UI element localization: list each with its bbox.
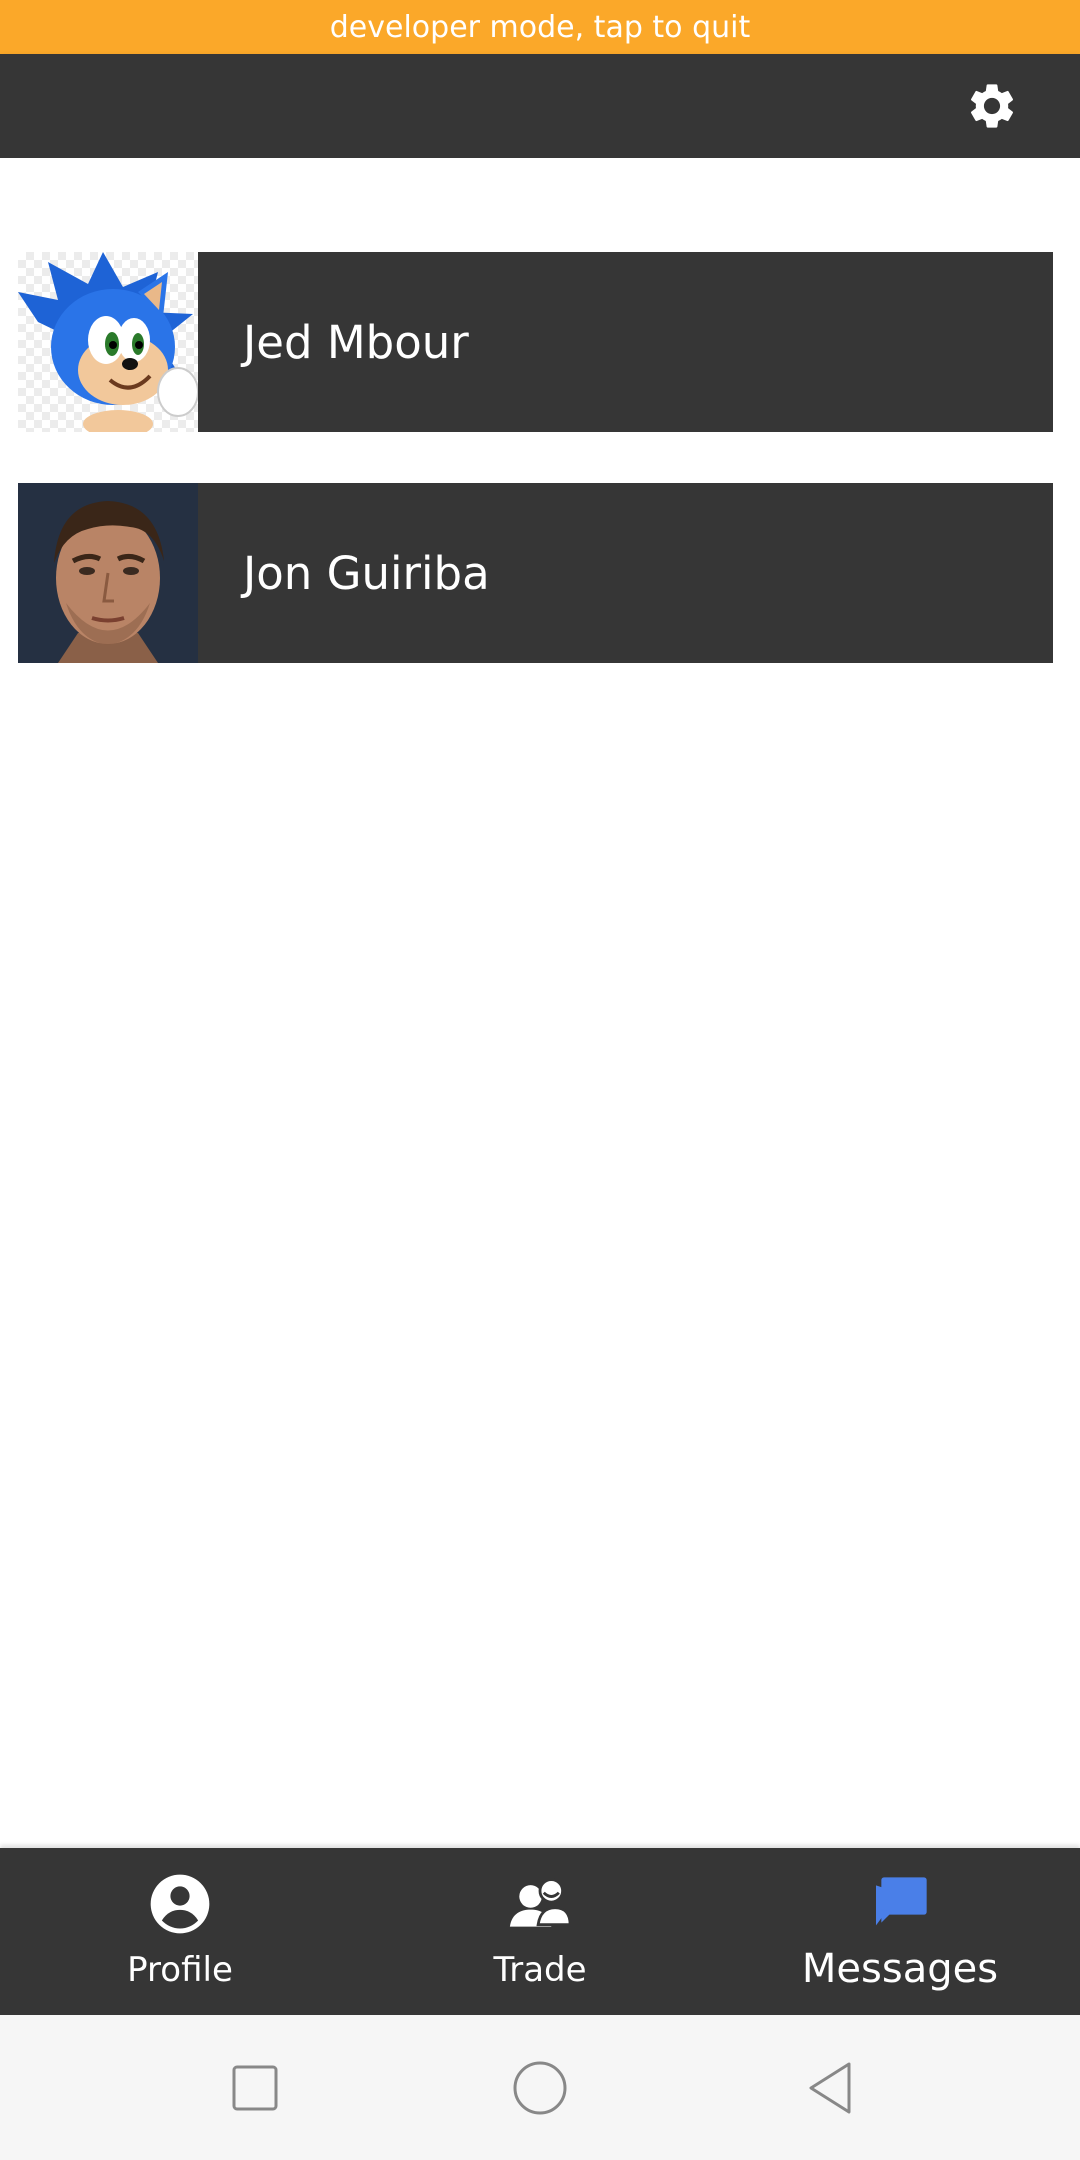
- system-navigation-bar: [0, 2015, 1080, 2160]
- nav-label-profile: Profile: [127, 1950, 233, 1990]
- gear-icon: [970, 84, 1014, 128]
- developer-mode-banner[interactable]: developer mode, tap to quit: [0, 0, 1080, 54]
- nav-tab-messages[interactable]: Messages: [720, 1848, 1080, 2015]
- contact-avatar: [18, 252, 198, 432]
- triangle-back-icon: [809, 2062, 851, 2114]
- app-bar: [0, 54, 1080, 158]
- contact-avatar: [18, 483, 198, 663]
- nav-tab-trade[interactable]: Trade: [360, 1848, 720, 2015]
- recent-apps-button[interactable]: [227, 2060, 283, 2116]
- developer-mode-text: developer mode, tap to quit: [329, 9, 751, 45]
- square-icon: [232, 2065, 278, 2111]
- contact-name: Jon Guiriba: [243, 546, 490, 600]
- cartoon-hedgehog-avatar: [18, 252, 198, 432]
- circle-icon: [513, 2061, 567, 2115]
- contact-list: Jed Mbour Jon Guiriba: [0, 158, 1080, 1848]
- settings-button[interactable]: [964, 78, 1020, 134]
- forum-icon: [868, 1872, 932, 1936]
- nav-tab-profile[interactable]: Profile: [0, 1848, 360, 2015]
- contact-row-jon-guiriba[interactable]: Jon Guiriba: [18, 483, 1053, 663]
- contact-name: Jed Mbour: [243, 315, 469, 369]
- nav-label-messages: Messages: [801, 1946, 999, 1992]
- contact-row-jed-mbour[interactable]: Jed Mbour: [18, 252, 1053, 432]
- back-button[interactable]: [803, 2060, 859, 2116]
- home-button[interactable]: [512, 2060, 568, 2116]
- bottom-navigation: Profile Trade Messages: [0, 1848, 1080, 2015]
- man-portrait-avatar: [18, 483, 198, 663]
- people-chat-icon: [508, 1872, 572, 1936]
- nav-label-trade: Trade: [493, 1950, 587, 1990]
- account-circle-icon: [148, 1872, 212, 1936]
